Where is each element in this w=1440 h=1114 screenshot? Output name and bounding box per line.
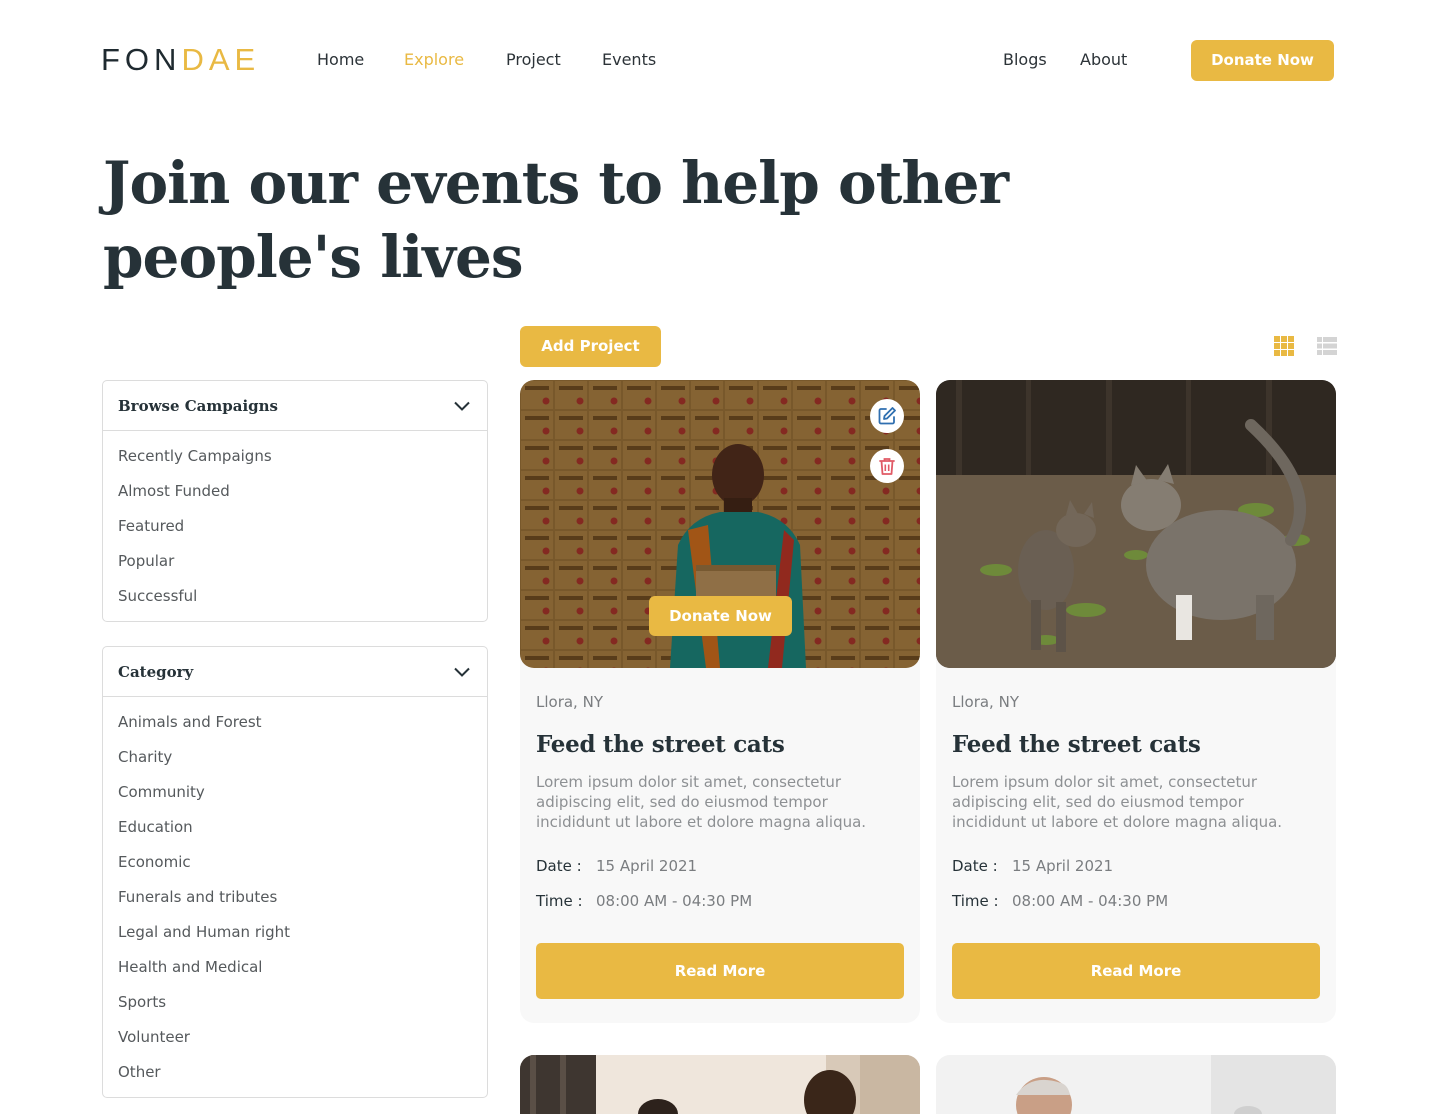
event-card-partial[interactable] [936, 1055, 1336, 1114]
category-panel: Category Animals and Forest Charity Comm… [102, 646, 488, 1098]
event-date-row: Date : 15 April 2021 [952, 856, 1320, 876]
read-more-button[interactable]: Read More [536, 943, 904, 999]
category-other[interactable]: Other [103, 1055, 487, 1090]
category-health-and-medical[interactable]: Health and Medical [103, 950, 487, 985]
donate-now-button[interactable]: Donate Now [1191, 40, 1334, 81]
campaign-filter-popular[interactable]: Popular [103, 544, 487, 579]
event-location: Llora, NY [952, 693, 1019, 711]
card-donate-now-button[interactable]: Donate Now [649, 596, 792, 636]
nav-blogs[interactable]: Blogs [1003, 50, 1047, 70]
event-title[interactable]: Feed the street cats [952, 730, 1320, 760]
street-cats-image [936, 380, 1336, 668]
event-card-partial[interactable] [520, 1055, 920, 1114]
campaign-filter-recently[interactable]: Recently Campaigns [103, 439, 487, 474]
browse-campaigns-panel: Browse Campaigns Recently Campaigns Almo… [102, 380, 488, 622]
category-community[interactable]: Community [103, 775, 487, 810]
event-time-row: Time : 08:00 AM - 04:30 PM [536, 891, 904, 911]
event-date-row: Date : 15 April 2021 [536, 856, 904, 876]
chevron-down-icon[interactable] [453, 663, 471, 681]
category-charity[interactable]: Charity [103, 740, 487, 775]
browse-campaigns-header[interactable]: Browse Campaigns [103, 381, 487, 431]
campaign-filter-successful[interactable]: Successful [103, 579, 487, 614]
event-location: Llora, NY [536, 693, 603, 711]
event-time-label: Time : [952, 892, 999, 910]
category-education[interactable]: Education [103, 810, 487, 845]
category-sports[interactable]: Sports [103, 985, 487, 1020]
browse-campaigns-title: Browse Campaigns [118, 396, 278, 415]
elderly-man-image [936, 1055, 1336, 1114]
nav-home[interactable]: Home [317, 50, 364, 70]
category-economic[interactable]: Economic [103, 845, 487, 880]
event-date-label: Date : [952, 857, 998, 875]
edit-icon [878, 407, 896, 425]
brand-logo[interactable]: FONDAE [101, 44, 260, 76]
trash-icon [879, 458, 895, 475]
category-legal-and-human-right[interactable]: Legal and Human right [103, 915, 487, 950]
event-card-image[interactable]: Donate Now [520, 380, 920, 668]
event-time-label: Time : [536, 892, 583, 910]
edit-button[interactable] [870, 399, 904, 433]
category-funerals-and-tributes[interactable]: Funerals and tributes [103, 880, 487, 915]
event-card: Llora, NY Feed the street cats Lorem ips… [936, 380, 1336, 1023]
event-date-label: Date : [536, 857, 582, 875]
delete-button[interactable] [870, 449, 904, 483]
nav-about[interactable]: About [1080, 50, 1127, 70]
campaign-filter-featured[interactable]: Featured [103, 509, 487, 544]
event-title[interactable]: Feed the street cats [536, 730, 904, 760]
nav-events[interactable]: Events [602, 50, 656, 70]
read-more-button[interactable]: Read More [952, 943, 1320, 999]
logo-text-dark: FON [101, 42, 182, 77]
event-description: Lorem ipsum dolor sit amet, consectetur … [536, 773, 867, 831]
event-time-value: 08:00 AM - 04:30 PM [596, 892, 753, 910]
event-date-value: 15 April 2021 [596, 857, 698, 875]
campaign-filter-almost-funded[interactable]: Almost Funded [103, 474, 487, 509]
nav-explore[interactable]: Explore [404, 50, 464, 70]
page-title: Join our events to help other people's l… [103, 149, 1009, 291]
event-date-value: 15 April 2021 [1012, 857, 1114, 875]
volunteers-image [520, 1055, 920, 1114]
event-card: Donate Now Llora, NY Feed the street cat… [520, 380, 920, 1023]
category-header[interactable]: Category [103, 647, 487, 697]
event-time-row: Time : 08:00 AM - 04:30 PM [952, 891, 1320, 911]
event-time-value: 08:00 AM - 04:30 PM [1012, 892, 1169, 910]
grid-view-icon[interactable] [1274, 336, 1294, 356]
nav-project[interactable]: Project [506, 50, 561, 70]
category-animals-and-forest[interactable]: Animals and Forest [103, 705, 487, 740]
logo-text-gold: DAE [181, 42, 261, 77]
category-title: Category [118, 662, 194, 681]
list-view-icon[interactable] [1317, 336, 1337, 356]
event-card-image[interactable] [936, 380, 1336, 668]
event-description: Lorem ipsum dolor sit amet, consectetur … [952, 773, 1283, 831]
chevron-down-icon[interactable] [453, 397, 471, 415]
add-project-button[interactable]: Add Project [520, 326, 661, 367]
category-volunteer[interactable]: Volunteer [103, 1020, 487, 1055]
